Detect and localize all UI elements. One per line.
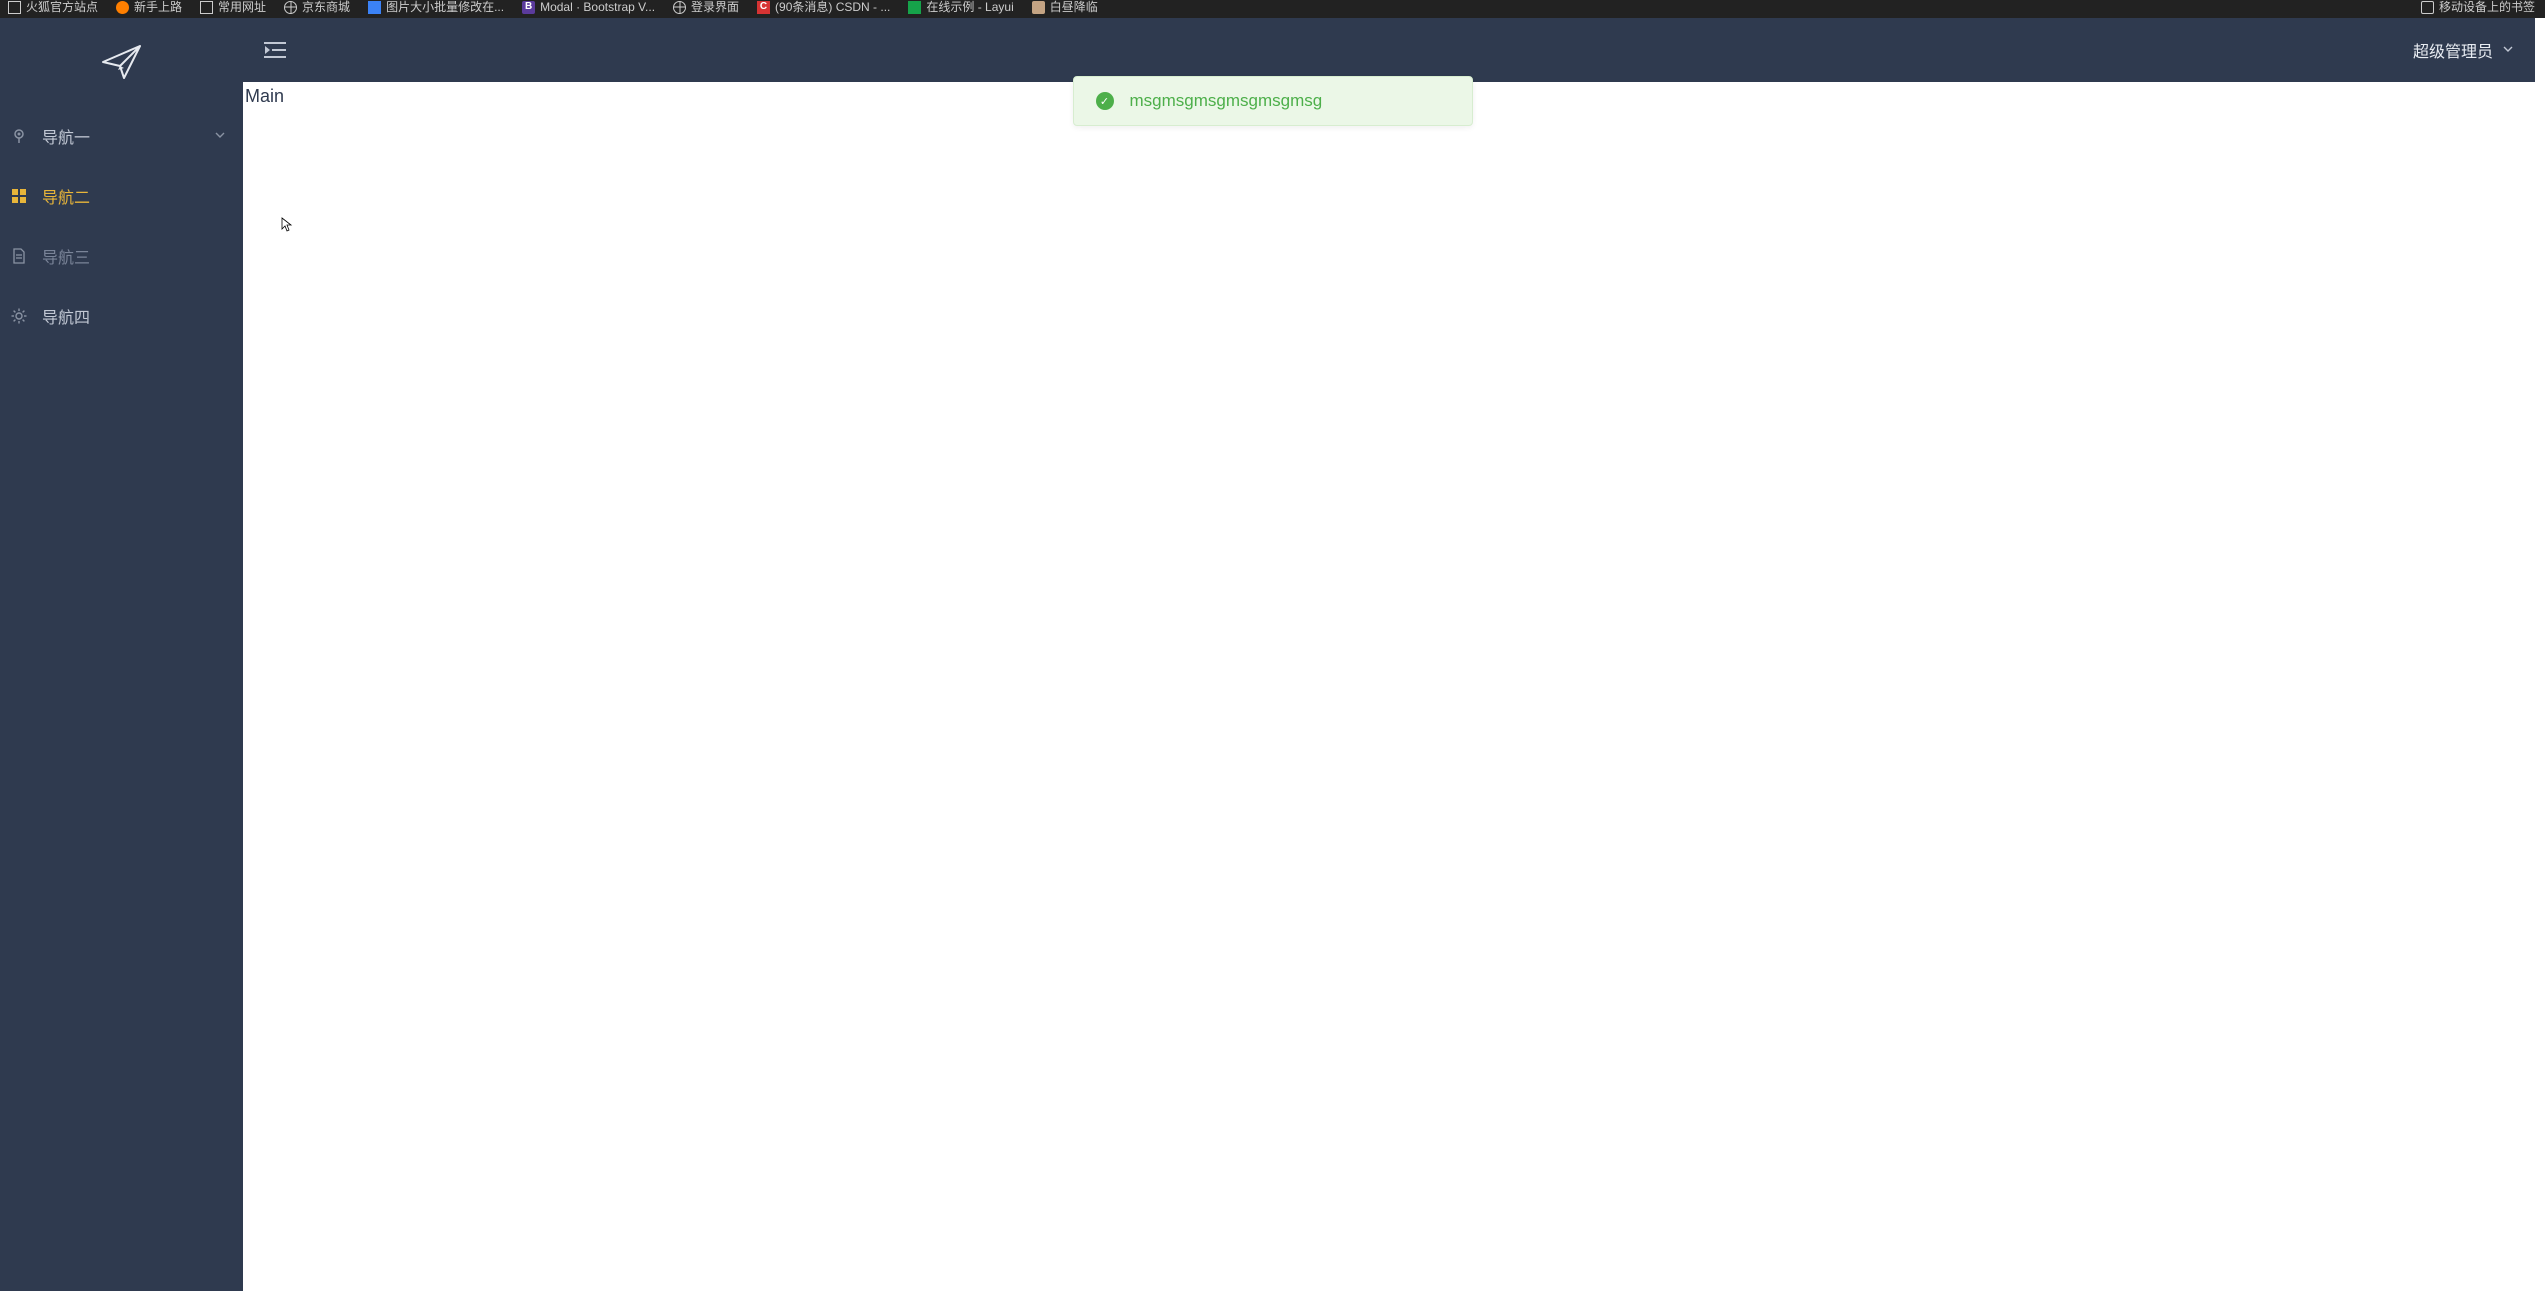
sidebar-item-nav1[interactable]: 导航一 bbox=[0, 106, 243, 166]
gear-icon bbox=[10, 307, 28, 325]
bookmark-label: 新手上路 bbox=[134, 0, 182, 14]
bookmark-mobile[interactable]: 移动设备上的书签 bbox=[2421, 0, 2535, 14]
globe-icon bbox=[673, 1, 686, 14]
collapse-icon bbox=[264, 41, 286, 59]
image-icon bbox=[368, 1, 381, 14]
bookmark-item[interactable]: 登录界面 bbox=[673, 0, 739, 14]
sidebar: 导航一 导航二 导航三 导航四 bbox=[0, 18, 243, 1291]
layui-icon bbox=[908, 1, 921, 14]
bookmark-item[interactable]: 常用网址 bbox=[200, 0, 266, 14]
bookmark-item[interactable]: B Modal · Bootstrap V... bbox=[522, 0, 655, 14]
site-icon bbox=[1032, 1, 1045, 14]
grid-icon bbox=[10, 187, 28, 205]
sidebar-item-nav2[interactable]: 导航二 bbox=[0, 166, 243, 226]
bookmark-label: 常用网址 bbox=[218, 0, 266, 14]
sidebar-collapse-button[interactable] bbox=[243, 18, 307, 82]
sidebar-item-nav4[interactable]: 导航四 bbox=[0, 286, 243, 346]
bookmark-item[interactable]: 图片大小批量修改在... bbox=[368, 0, 504, 14]
bookmark-label: 火狐官方站点 bbox=[26, 0, 98, 14]
mobile-device-icon bbox=[2421, 1, 2434, 14]
bookmark-item[interactable]: 在线示例 - Layui bbox=[908, 0, 1013, 14]
globe-icon bbox=[284, 1, 297, 14]
sidebar-item-label: 导航四 bbox=[42, 304, 90, 328]
page-icon bbox=[8, 1, 21, 14]
sidebar-item-label: 导航一 bbox=[42, 124, 90, 148]
bookmark-label: 登录界面 bbox=[691, 0, 739, 14]
bootstrap-icon: B bbox=[522, 1, 535, 14]
pin-icon bbox=[10, 127, 28, 145]
bookmark-label: 在线示例 - Layui bbox=[926, 0, 1013, 14]
admin-app: 导航一 导航二 导航三 导航四 bbox=[0, 18, 2545, 1291]
chevron-down-icon bbox=[2503, 41, 2513, 59]
bookmark-item[interactable]: 京东商城 bbox=[284, 0, 350, 14]
sidebar-item-label: 导航二 bbox=[42, 184, 90, 208]
bookmark-label: 京东商城 bbox=[302, 0, 350, 14]
bookmark-label: 图片大小批量修改在... bbox=[386, 0, 504, 14]
mouse-cursor-icon bbox=[281, 217, 293, 233]
toast-message: msgmsgmsgmsgmsgmsg bbox=[1130, 91, 1323, 111]
firefox-icon bbox=[116, 1, 129, 14]
bookmark-item[interactable]: 新手上路 bbox=[116, 0, 182, 14]
bookmark-item[interactable]: 火狐官方站点 bbox=[8, 0, 98, 14]
bookmark-item[interactable]: C (90条消息) CSDN - ... bbox=[757, 0, 890, 14]
csdn-icon: C bbox=[757, 1, 770, 14]
sidebar-item-label: 导航三 bbox=[42, 244, 90, 268]
topbar: 超级管理员 bbox=[243, 18, 2535, 82]
document-icon bbox=[10, 247, 28, 265]
logo bbox=[0, 18, 243, 106]
success-toast: ✓ msgmsgmsgmsgmsgmsg bbox=[1073, 76, 1473, 126]
paper-plane-icon bbox=[100, 40, 144, 84]
user-menu[interactable]: 超级管理员 bbox=[2413, 18, 2513, 82]
user-label: 超级管理员 bbox=[2413, 38, 2493, 62]
page-icon bbox=[200, 1, 213, 14]
main-panel: 超级管理员 Main bbox=[243, 18, 2535, 1291]
bookmark-label: (90条消息) CSDN - ... bbox=[775, 0, 890, 14]
bookmark-label: Modal · Bootstrap V... bbox=[540, 0, 655, 14]
bookmark-label: 移动设备上的书签 bbox=[2439, 0, 2535, 14]
sidebar-item-nav3[interactable]: 导航三 bbox=[0, 226, 243, 286]
bookmark-label: 白昼降临 bbox=[1050, 0, 1098, 14]
bookmark-item[interactable]: 白昼降临 bbox=[1032, 0, 1098, 14]
content-area: Main bbox=[243, 82, 2535, 1291]
check-circle-icon: ✓ bbox=[1096, 92, 1114, 110]
chevron-down-icon bbox=[215, 129, 225, 143]
browser-bookmark-bar: 火狐官方站点 新手上路 常用网址 京东商城 图片大小批量修改在... B Mod… bbox=[0, 0, 2545, 18]
